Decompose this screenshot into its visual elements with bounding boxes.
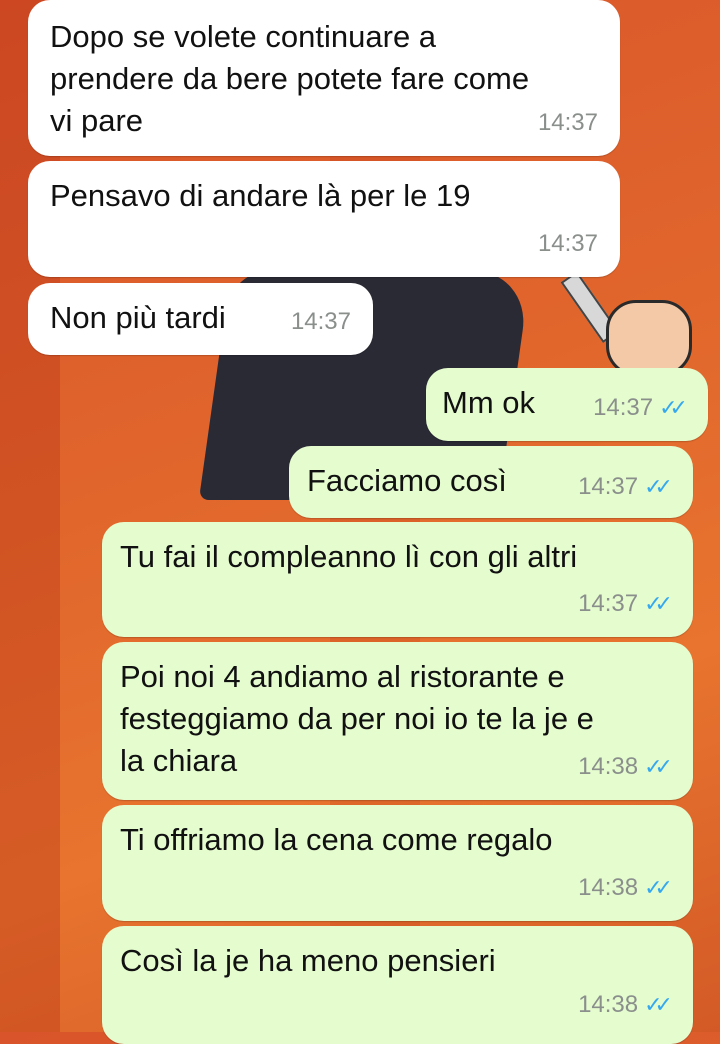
double-check-icon: ✓✓ bbox=[644, 474, 673, 499]
message-text: Pensavo di andare là per le 19 bbox=[50, 178, 471, 213]
double-check-icon: ✓✓ bbox=[644, 754, 673, 779]
message-text: Così la je ha meno pensieri bbox=[120, 943, 496, 978]
outgoing-message[interactable]: Tu fai il compleanno lì con gli altri 14… bbox=[102, 522, 693, 637]
double-check-icon: ✓✓ bbox=[659, 395, 688, 420]
double-check-icon: ✓✓ bbox=[644, 992, 673, 1017]
message-time: 14:37 ✓✓ bbox=[578, 583, 673, 625]
incoming-message[interactable]: Non più tardi 14:37 bbox=[28, 283, 373, 355]
message-time: 14:37 ✓✓ bbox=[578, 466, 673, 508]
outgoing-message[interactable]: Mm ok 14:37 ✓✓ bbox=[426, 368, 708, 441]
outgoing-message[interactable]: Così la je ha meno pensieri 14:38 ✓✓ bbox=[102, 926, 693, 1044]
outgoing-message[interactable]: Ti offriamo la cena come regalo 14:38 ✓✓ bbox=[102, 805, 693, 921]
message-text: Ti offriamo la cena come regalo bbox=[120, 822, 553, 857]
message-time: 14:37 bbox=[290, 308, 351, 335]
outgoing-message[interactable]: Poi noi 4 andiamo al ristorante e festeg… bbox=[102, 642, 693, 800]
message-time: 14:38 ✓✓ bbox=[578, 984, 673, 1026]
incoming-message[interactable]: Pensavo di andare là per le 19 14:37 bbox=[28, 161, 620, 277]
message-text: Dopo se volete continuare a prendere da … bbox=[50, 19, 530, 138]
message-time: 14:38 ✓✓ bbox=[578, 867, 673, 909]
double-check-icon: ✓✓ bbox=[644, 591, 673, 616]
message-time: 14:37 ✓✓ bbox=[593, 387, 688, 429]
message-text: Tu fai il compleanno lì con gli altri bbox=[120, 539, 578, 574]
incoming-message[interactable]: Dopo se volete continuare a prendere da … bbox=[28, 0, 620, 156]
outgoing-message[interactable]: Facciamo così 14:37 ✓✓ bbox=[289, 446, 693, 518]
message-time: 14:37 bbox=[537, 109, 598, 136]
message-time: 14:37 bbox=[537, 230, 598, 257]
double-check-icon: ✓✓ bbox=[644, 875, 673, 900]
message-time: 14:38 ✓✓ bbox=[578, 746, 673, 788]
message-list[interactable]: Dopo se volete continuare a prendere da … bbox=[0, 0, 720, 1044]
